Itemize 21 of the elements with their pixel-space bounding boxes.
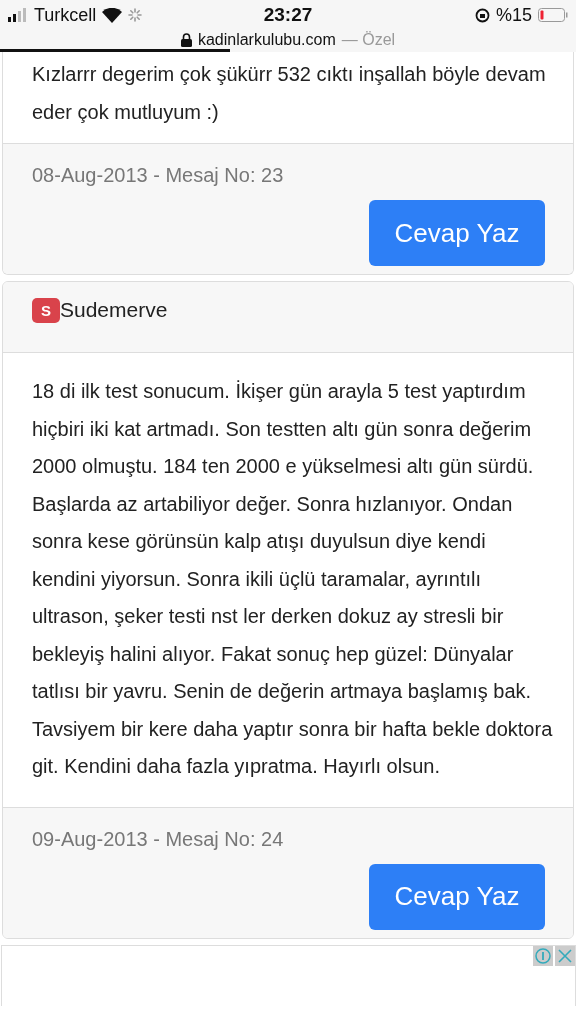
author-name[interactable]: Sudemerve [60, 298, 168, 322]
reply-button[interactable]: Cevap Yaz [369, 200, 545, 266]
avatar-badge: S [32, 297, 60, 323]
wifi-icon [102, 7, 123, 23]
loading-spinner-icon [128, 8, 143, 22]
signal-icon [8, 8, 28, 22]
post-text: 18 di ilk test sonucum. İkişer gün arayla 5 test yaptırdım hiçbiri iki kat artmadı. Son testten altı gün sonra değerim 2000 olmuştu. 184 ten 2000 e yükselmesi altı gün sürdü. Başlarda az artabiliyor değer. Sonra hızlanıyor. Ondan sonra kese görünsün kalp atışı duyulsun diye kendi kendini yiyorsun. Sonra ikili üçlü taramalar, ayrıntılı ultrason, şeker testi nst ler derken dokuz ay stresli bir bekleyiş halini alıyor. Fakat sonuç hep güzel: Dünyalar tatlısı bir yavru. Senin de değerin artmaya başlamış bak. Tavsiyem bir kere daha yaptır sonra bir hafta bekle doktora git. Kendini daha fazla yıpratma. Hayırlı olsun. [31, 379, 554, 779]
clock-time: 23:27 [263, 4, 313, 26]
carrier-name: Turkcell [34, 4, 97, 26]
post-text: Kızlarrr degerim çok şükürr 532 cıktı inşallah böyle devam eder çok mutluyum :) [31, 62, 547, 125]
site-domain[interactable]: kadinlarkulubu.com [197, 31, 336, 49]
reply-button[interactable]: Cevap Yaz [369, 863, 545, 930]
lock-icon [180, 33, 192, 47]
rotation-lock-icon [475, 7, 490, 23]
post-date: 09-Aug-2013 - Mesaj No: 24 [32, 827, 285, 851]
close-icon[interactable] [555, 945, 575, 966]
info-icon[interactable] [533, 945, 553, 966]
battery-percent: %15 [496, 4, 532, 26]
battery-icon [538, 8, 568, 22]
post-date: 08-Aug-2013 - Mesaj No: 23 [32, 164, 285, 187]
private-label: — Özel [341, 31, 396, 49]
